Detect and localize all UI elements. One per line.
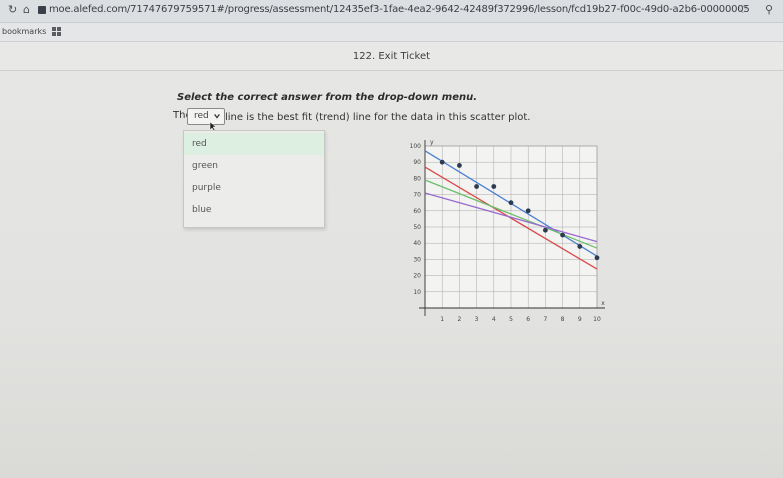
y-tick-label: 90: [413, 159, 421, 166]
page-header: 122. Exit Ticket: [0, 42, 783, 71]
address-bar: ↻ ⌂ moe.alefed.com/7174767975957​1#/prog…: [0, 0, 783, 23]
data-point: [577, 244, 583, 249]
y-tick-label: 60: [413, 208, 421, 215]
data-point: [560, 232, 565, 238]
option-label: green: [192, 161, 218, 171]
page-title: 122. Exit Ticket: [352, 51, 431, 62]
bookmarks-label[interactable]: bookmarks: [2, 27, 46, 36]
dropdown-option-red[interactable]: red: [184, 133, 324, 155]
site-info-icon[interactable]: [38, 6, 46, 14]
dropdown-option-purple[interactable]: purple: [184, 177, 324, 199]
y-axis-label: y: [430, 139, 434, 146]
url-text[interactable]: moe.alefed.com/7174767975957​1#/progress…: [49, 4, 749, 15]
data-point: [543, 227, 548, 233]
reload-icon[interactable]: ↻: [8, 3, 17, 17]
x-tick-label: 8: [561, 316, 565, 323]
dropdown-option-blue[interactable]: blue: [184, 199, 324, 221]
data-point: [439, 159, 445, 165]
x-tick-label: 5: [509, 316, 513, 323]
x-tick-label: 10: [593, 316, 601, 323]
search-icon[interactable]: ⚲: [765, 3, 773, 17]
y-tick-label: 80: [413, 175, 421, 182]
answer-dropdown[interactable]: red: [187, 108, 225, 125]
y-tick-label: 10: [413, 289, 421, 296]
dropdown-options-list: red green purple blue: [183, 130, 325, 228]
option-label: purple: [192, 183, 221, 193]
option-label: red: [192, 139, 207, 149]
x-axis-label: x: [601, 300, 605, 307]
bookmark-star-icon[interactable]: ♡: [738, 3, 748, 17]
data-point: [457, 163, 462, 168]
x-tick-label: 1: [440, 316, 444, 323]
x-tick-label: 4: [492, 316, 496, 323]
y-tick-label: 70: [413, 192, 421, 199]
x-tick-label: 2: [457, 316, 461, 323]
home-icon[interactable]: ⌂: [23, 3, 30, 17]
option-label: blue: [192, 205, 212, 215]
y-tick-label: 20: [413, 273, 421, 280]
data-point: [525, 208, 531, 214]
dropdown-selected-value: red: [194, 111, 209, 121]
content-area: [0, 71, 783, 478]
y-tick-label: 30: [413, 256, 421, 263]
scatter-plot: 1 2 3 4 5 6 7 8 9 10 10 20 30 40 50 60 70 80 90 100 x y: [410, 139, 606, 323]
apps-grid-icon[interactable]: [52, 27, 61, 36]
y-tick-label: 100: [410, 143, 422, 150]
data-point: [508, 200, 514, 206]
x-tick-label: 7: [543, 316, 547, 323]
dropdown-option-green[interactable]: green: [184, 155, 324, 177]
y-tick-label: 50: [413, 224, 421, 231]
x-tick-label: 9: [578, 316, 582, 323]
bookmarks-bar: bookmarks: [0, 23, 783, 42]
sentence-after: line is the best fit (trend) line for th…: [225, 112, 531, 123]
data-point: [491, 184, 497, 189]
chevron-down-icon: [214, 114, 220, 119]
x-tick-label: 3: [475, 316, 479, 323]
data-point: [474, 184, 479, 189]
x-tick-label: 6: [526, 316, 530, 323]
question-instruction: Select the correct answer from the drop-…: [177, 92, 478, 103]
y-tick-label: 40: [413, 240, 421, 247]
data-point: [594, 255, 600, 261]
